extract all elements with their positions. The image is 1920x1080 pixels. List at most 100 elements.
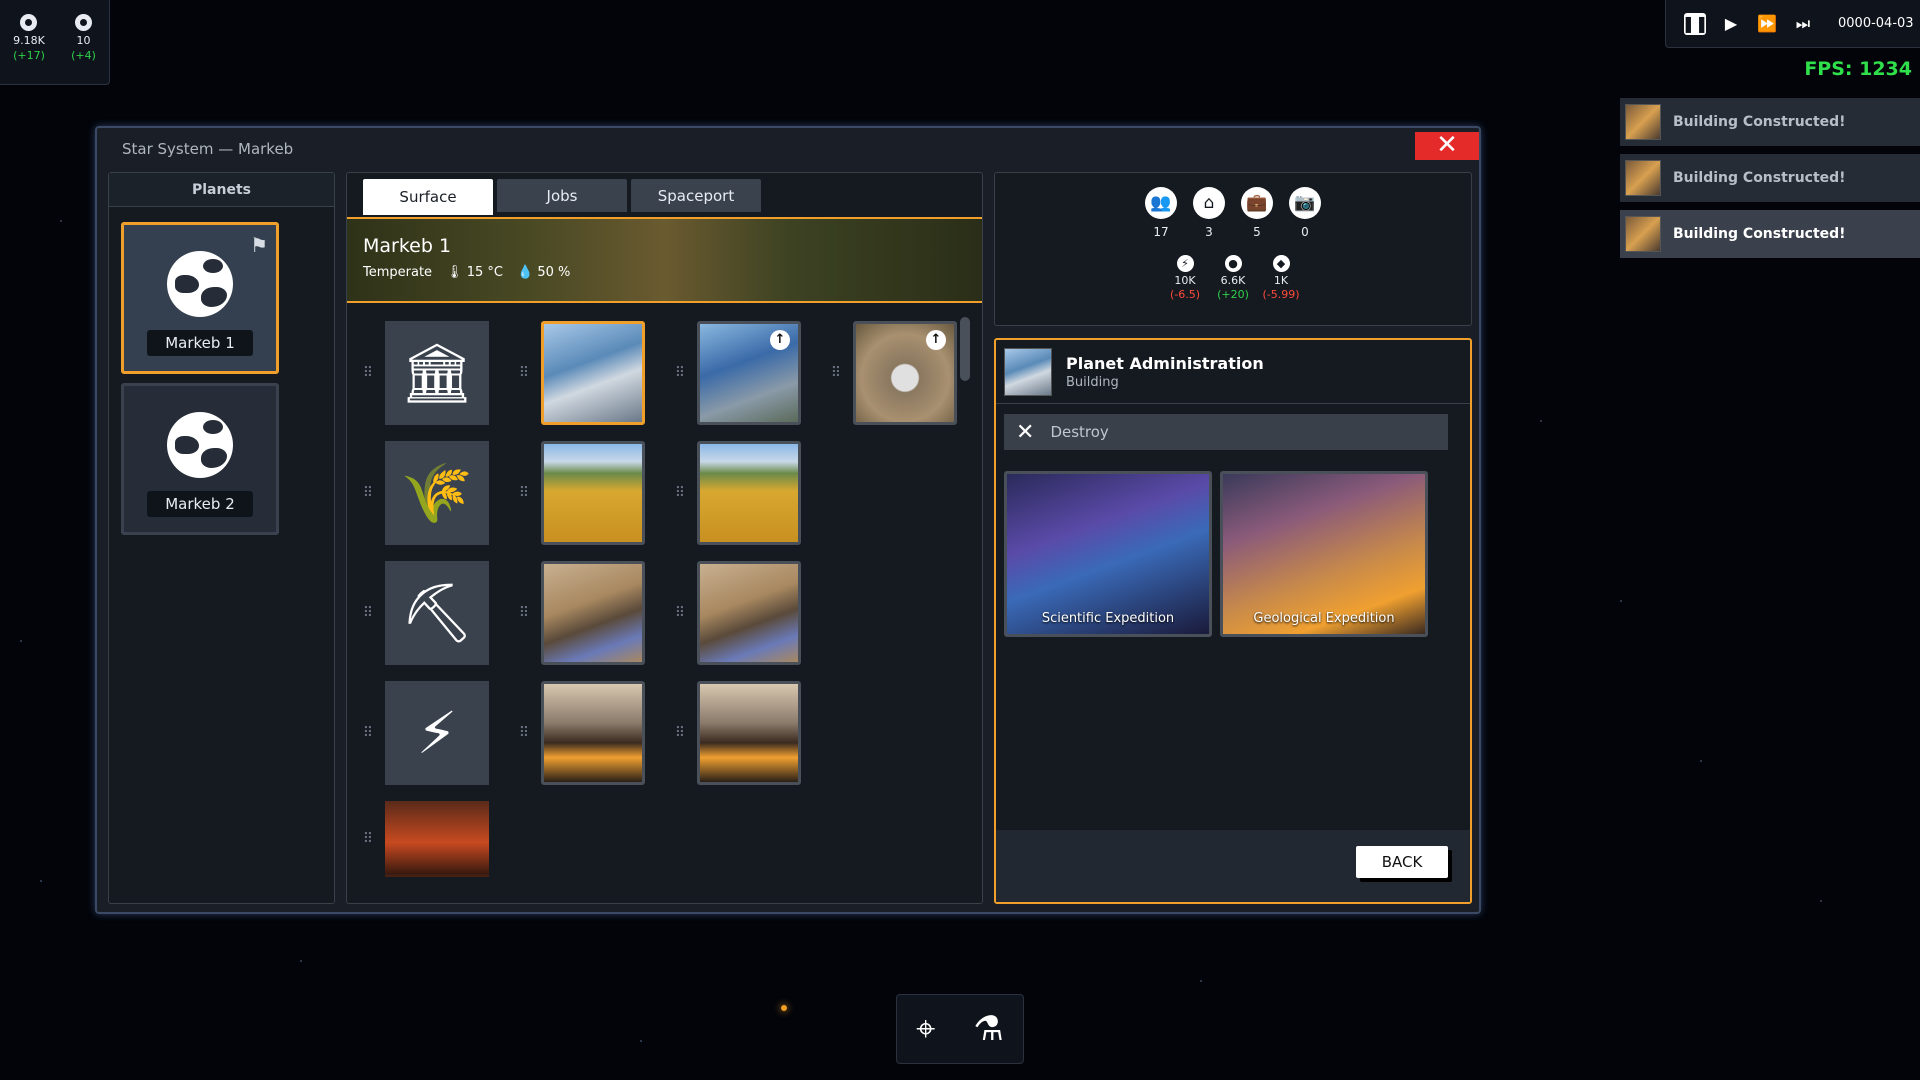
drag-handle-icon[interactable]: ⠿ [361, 605, 373, 621]
star-marker[interactable] [781, 1005, 787, 1011]
drag-handle-icon[interactable]: ⠿ [517, 365, 529, 381]
lightning-icon: ⚡ [416, 699, 458, 767]
pause-button[interactable]: ❚❚ [1682, 12, 1708, 35]
building-row-mining: ⠿ ⛏ ⠿ ⠿ [361, 561, 801, 665]
close-button[interactable]: ✕ [1415, 132, 1479, 160]
building-row-hazard: ⠿ [361, 801, 489, 877]
fastest-button[interactable]: ⏭ [1792, 13, 1814, 35]
drag-handle-icon[interactable]: ⠿ [361, 831, 373, 847]
drag-handle-icon[interactable]: ⠿ [361, 485, 373, 501]
stat-delta: (+20) [1217, 288, 1249, 301]
building-farm[interactable] [697, 441, 801, 545]
fastest-icon: ⏭ [1795, 13, 1811, 33]
flask-icon[interactable]: ⚗ [973, 1009, 1003, 1049]
building-title: Planet Administration [1066, 353, 1264, 373]
play-button[interactable]: ▶ [1720, 13, 1742, 35]
stat-delta: (-6.5) [1169, 288, 1201, 301]
action-label: Geological Expedition [1253, 611, 1395, 626]
drag-handle-icon[interactable]: ⠿ [517, 605, 529, 621]
category-mining-tile[interactable]: ⛏ [385, 561, 489, 665]
credits-icon [20, 14, 38, 31]
building-row-administration: ⠿ 🏛 ⠿ ⠿ ↑ ⠿ ↑ [361, 321, 957, 425]
flag-icon: ⚑ [250, 233, 268, 257]
close-icon: ✕ [1436, 130, 1458, 160]
planet-card-markeb-2[interactable]: Markeb 2 [121, 383, 279, 535]
tab-surface[interactable]: Surface [363, 179, 493, 215]
drag-handle-icon[interactable]: ⠿ [361, 725, 373, 741]
drag-handle-icon[interactable]: ⠿ [673, 605, 685, 621]
stat-value: 1K [1273, 274, 1289, 287]
stat-amenities[interactable]: 📷 0 [1288, 187, 1322, 239]
resource-influence[interactable]: 10 (+4) [71, 14, 96, 84]
planet-name: Markeb 2 [147, 491, 253, 517]
influence-icon [74, 14, 92, 31]
tab-spaceport[interactable]: Spaceport [631, 179, 761, 212]
planet-banner: Markeb 1 Temperate 🌡 15 °C 💧 50 % [347, 217, 982, 303]
building-planet-administration[interactable] [541, 321, 645, 425]
upgrade-icon[interactable]: ↑ [770, 330, 790, 350]
planet-card-markeb-1[interactable]: ⚑ Markeb 1 [121, 222, 279, 374]
fps-counter: FPS: 1234 [1804, 58, 1912, 80]
tab-jobs[interactable]: Jobs [497, 179, 627, 212]
droplet-icon: 💧 [516, 265, 534, 280]
category-administration-tile[interactable]: 🏛 [385, 321, 489, 425]
notification-item[interactable]: Building Constructed! [1620, 154, 1920, 202]
stat-population[interactable]: 👥 17 [1144, 187, 1178, 239]
category-energy-tile[interactable]: ⚡ [385, 681, 489, 785]
crosshair-icon[interactable]: ⌖ [916, 1009, 935, 1049]
resource-credits[interactable]: 9.18K (+17) [13, 14, 45, 84]
stat-jobs[interactable]: 💼 5 [1240, 187, 1274, 239]
time-controls: ❚❚ ▶ ⏩ ⏭ 0000-04-03 [1665, 0, 1920, 48]
scrollbar-thumb[interactable] [960, 317, 970, 381]
drag-handle-icon[interactable]: ⠿ [829, 365, 841, 381]
government-building-icon: 🏛 [400, 338, 474, 407]
resource-value: 10 [76, 34, 91, 47]
geological-expedition-card[interactable]: Geological Expedition [1220, 471, 1428, 637]
drag-handle-icon[interactable]: ⠿ [673, 365, 685, 381]
close-icon: ✕ [1016, 419, 1035, 445]
category-volcano-tile[interactable] [385, 801, 489, 877]
planets-heading: Planets [109, 173, 334, 207]
stat-energy[interactable]: ⚡ 10K (-6.5) [1165, 255, 1205, 302]
stat-value: 10K [1174, 274, 1196, 287]
game-date: 0000-04-03 [1838, 16, 1914, 31]
population-icon: 👥 [1145, 187, 1177, 219]
stat-value: 5 [1253, 225, 1261, 239]
jobs-icon: 💼 [1241, 187, 1273, 219]
minerals-icon: ◆ [1272, 255, 1290, 272]
building-power-plant[interactable] [541, 681, 645, 785]
building-mine[interactable] [541, 561, 645, 665]
wheat-icon: 🌾 [400, 458, 474, 527]
drag-handle-icon[interactable]: ⠿ [361, 365, 373, 381]
temperature-value: 15 °C [466, 265, 503, 280]
stat-food[interactable]: ● 6.6K (+20) [1213, 255, 1253, 302]
planet-name: Markeb 1 [147, 330, 253, 356]
category-agriculture-tile[interactable]: 🌾 [385, 441, 489, 545]
destroy-button[interactable]: ✕ Destroy [1004, 414, 1448, 450]
drag-handle-icon[interactable]: ⠿ [673, 485, 685, 501]
window-title: Star System — Markeb [122, 140, 294, 158]
star-system-window: Star System — Markeb ✕ Planets ⚑ Markeb … [95, 126, 1481, 914]
building-landing-pad[interactable]: ↑ [853, 321, 957, 425]
stat-value: 3 [1205, 225, 1213, 239]
building-research-campus[interactable]: ↑ [697, 321, 801, 425]
building-mine[interactable] [697, 561, 801, 665]
stat-minerals[interactable]: ◆ 1K (-5.99) [1261, 255, 1301, 302]
upgrade-icon[interactable]: ↑ [926, 330, 946, 350]
notification-item[interactable]: Building Constructed! [1620, 210, 1920, 258]
building-row-agriculture: ⠿ 🌾 ⠿ ⠿ [361, 441, 801, 545]
drag-handle-icon[interactable]: ⠿ [517, 485, 529, 501]
drag-handle-icon[interactable]: ⠿ [517, 725, 529, 741]
food-icon: ● [1224, 255, 1242, 272]
fast-forward-button[interactable]: ⏩ [1756, 13, 1778, 35]
planet-tabs: Surface Jobs Spaceport [363, 179, 761, 215]
notification-thumbnail [1625, 160, 1661, 196]
building-power-plant[interactable] [697, 681, 801, 785]
notification-item[interactable]: Building Constructed! [1620, 98, 1920, 146]
drag-handle-icon[interactable]: ⠿ [673, 725, 685, 741]
scientific-expedition-card[interactable]: Scientific Expedition [1004, 471, 1212, 637]
stat-housing[interactable]: ⌂ 3 [1192, 187, 1226, 239]
building-row-energy: ⠿ ⚡ ⠿ ⠿ [361, 681, 801, 785]
building-farm[interactable] [541, 441, 645, 545]
back-button[interactable]: BACK [1356, 846, 1448, 878]
